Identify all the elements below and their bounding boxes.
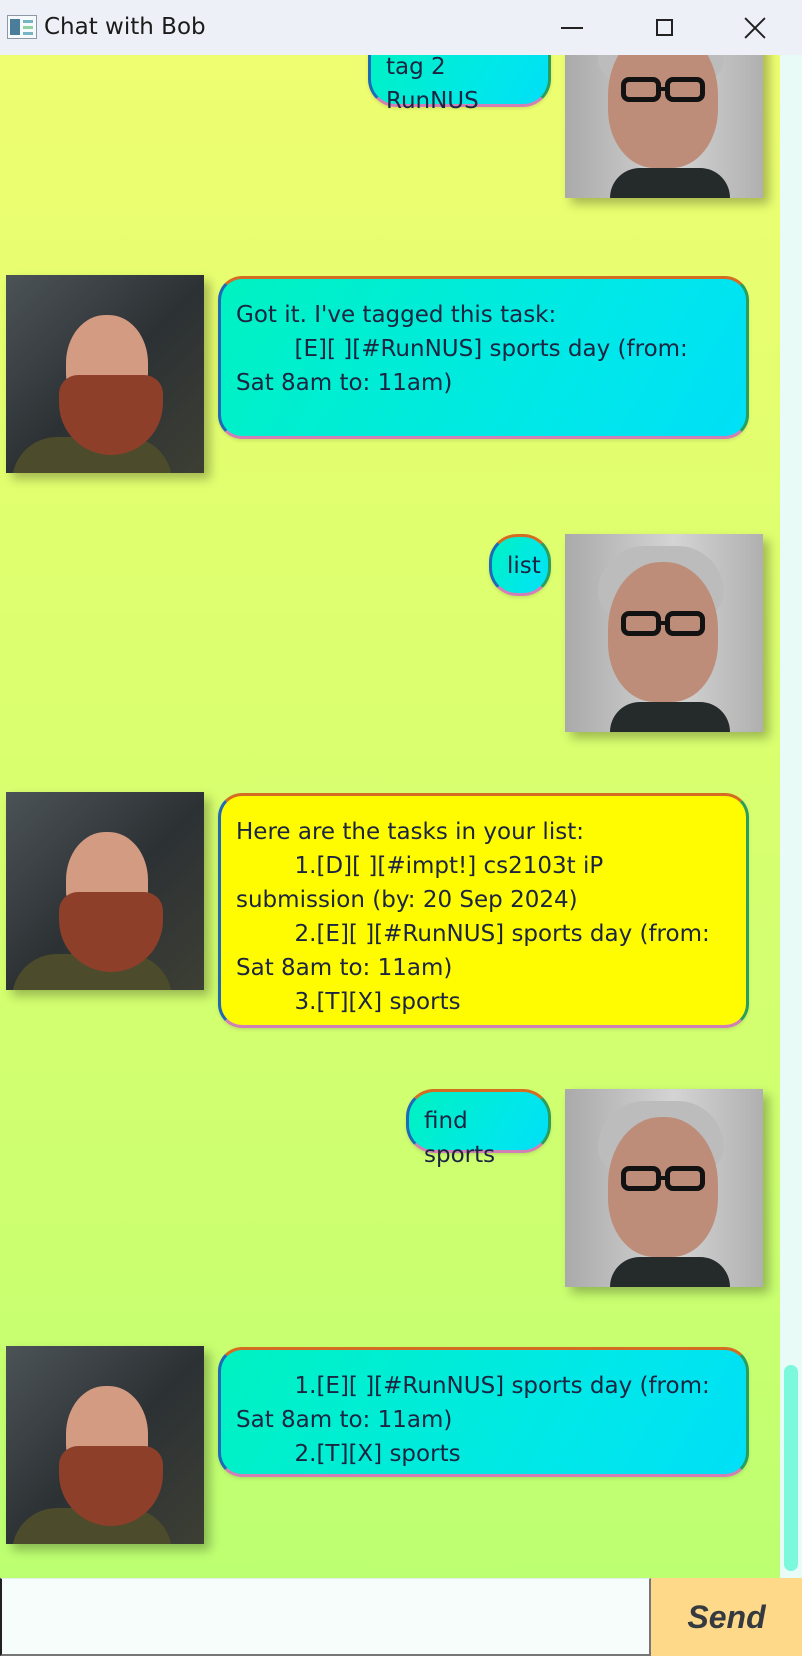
minimize-button[interactable] (548, 0, 596, 55)
user-message: find sports (0, 1089, 780, 1299)
maximize-button[interactable] (640, 0, 688, 55)
maximize-icon (655, 19, 673, 36)
bot-message-bubble: Got it. I've tagged this task: [E][ ][#R… (218, 276, 749, 439)
user-avatar (565, 1089, 763, 1287)
close-icon (743, 16, 767, 40)
user-avatar (565, 55, 763, 198)
bot-message: Here are the tasks in your list: 1.[D][ … (0, 792, 780, 1042)
message-input[interactable] (0, 1578, 651, 1656)
window-title: Chat with Bob (44, 14, 206, 40)
user-message: list (0, 534, 780, 744)
bot-message: Got it. I've tagged this task: [E][ ][#R… (0, 275, 780, 485)
user-message: tag 2 RunNUS (0, 55, 780, 215)
user-avatar (565, 534, 763, 732)
scrollbar-thumb[interactable] (784, 1365, 798, 1571)
minimize-icon (561, 26, 583, 29)
user-message-bubble: find sports (406, 1089, 551, 1168)
chat-scroll-area[interactable]: tag 2 RunNUS Got it. I've tagged this ta… (0, 55, 780, 1578)
send-button[interactable]: Send (651, 1578, 802, 1656)
bot-avatar (6, 1346, 204, 1544)
bot-message-bubble: Here are the tasks in your list: 1.[D][ … (218, 793, 749, 1028)
app-icon (7, 15, 37, 39)
close-button[interactable] (731, 0, 779, 55)
bot-avatar (6, 792, 204, 990)
user-message-bubble: tag 2 RunNUS (368, 55, 551, 114)
bot-message: 1.[E][ ][#RunNUS] sports day (from: Sat … (0, 1346, 780, 1556)
title-bar: Chat with Bob (0, 0, 802, 56)
user-message-bubble: list (489, 534, 551, 596)
bot-avatar (6, 275, 204, 473)
chat-window: Chat with Bob tag 2 RunNUS Got it. I've … (0, 0, 802, 1656)
scrollbar-track[interactable] (780, 55, 802, 1578)
bot-message-bubble: 1.[E][ ][#RunNUS] sports day (from: Sat … (218, 1347, 749, 1477)
